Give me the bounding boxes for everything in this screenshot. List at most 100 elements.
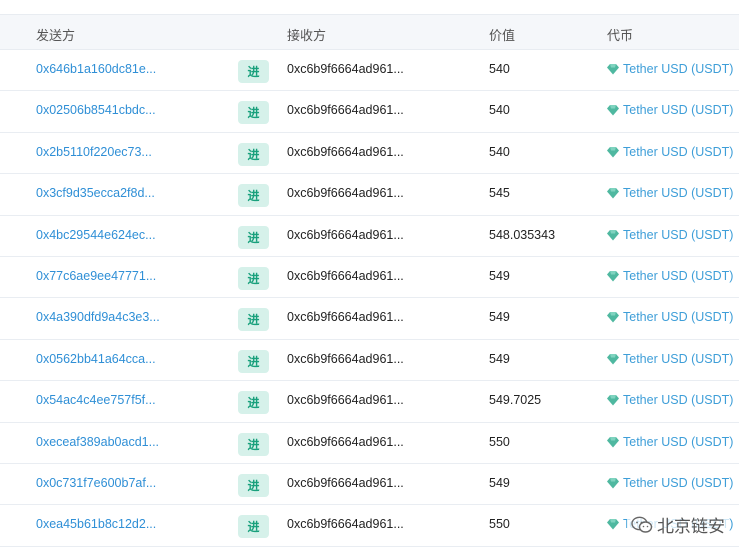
transfers-table: 发送方 接收方 价值 代币 0x646b1a160dc81e... 进 0xc6… [0,14,739,547]
tether-gem-icon [607,353,619,365]
to-address: 0xc6b9f6664ad961... [287,393,404,408]
table-row: 0x02506b8541cbdc... 进 0xc6b9f6664ad961..… [0,91,739,133]
transfer-value: 545 [489,186,510,201]
token-name: Tether USD (USDT) [623,227,734,242]
header-token: 代币 [607,28,634,43]
table-header: 发送方 接收方 价值 代币 [0,14,739,50]
token-name: Tether USD (USDT) [623,310,734,325]
token-link[interactable]: Tether USD (USDT) [607,269,733,283]
to-address: 0xc6b9f6664ad961... [287,351,404,366]
transfer-value: 549 [489,310,510,325]
direction-in-badge: 进 [238,101,269,125]
transfer-value: 540 [489,103,510,118]
token-name: Tether USD (USDT) [623,144,734,159]
from-address-link[interactable]: 0x2b5110f220ec73... [36,145,152,159]
transfer-value: 550 [489,517,510,532]
token-name: Tether USD (USDT) [623,103,734,118]
transfer-value: 540 [489,144,510,159]
token-name: Tether USD (USDT) [623,268,734,283]
from-address-link[interactable]: 0xea45b61b8c12d2... [36,517,156,531]
transfer-value: 550 [489,434,510,449]
token-link[interactable]: Tether USD (USDT) [607,103,733,117]
wechat-icon [631,516,653,533]
watermark-text: 北京链安 [657,517,725,536]
transfer-value: 549 [489,351,510,366]
tether-gem-icon [607,436,619,448]
header-from: 发送方 [36,28,76,43]
direction-in-badge: 进 [238,184,269,208]
token-link[interactable]: Tether USD (USDT) [607,393,733,407]
token-link[interactable]: Tether USD (USDT) [607,228,733,242]
from-address-link[interactable]: 0xeceaf389ab0acd1... [36,435,159,449]
token-link[interactable]: Tether USD (USDT) [607,476,733,490]
token-name: Tether USD (USDT) [623,62,734,76]
header-value: 价值 [489,28,516,43]
table-row: 0x0c731f7e600b7af... 进 0xc6b9f6664ad961.… [0,464,739,506]
token-link[interactable]: Tether USD (USDT) [607,186,733,200]
direction-in-badge: 进 [238,515,269,539]
table-row: 0x4bc29544e624ec... 进 0xc6b9f6664ad961..… [0,216,739,257]
to-address: 0xc6b9f6664ad961... [287,268,404,283]
tether-gem-icon [607,229,619,241]
direction-in-badge: 进 [238,349,269,373]
token-link[interactable]: Tether USD (USDT) [607,310,733,324]
token-link[interactable]: Tether USD (USDT) [607,145,733,159]
from-address-link[interactable]: 0x54ac4c4ee757f5f... [36,393,156,407]
transfer-value: 549 [489,475,510,490]
direction-in-badge: 进 [238,432,269,456]
tether-gem-icon [607,312,619,323]
token-name: Tether USD (USDT) [623,434,734,449]
to-address: 0xc6b9f6664ad961... [287,310,404,325]
transfer-value: 549 [489,268,510,283]
token-link[interactable]: Tether USD (USDT) [607,352,733,366]
to-address: 0xc6b9f6664ad961... [287,186,404,201]
to-address: 0xc6b9f6664ad961... [287,144,404,159]
direction-in-badge: 进 [238,473,269,497]
to-address: 0xc6b9f6664ad961... [287,434,404,449]
from-address-link[interactable]: 0x0c731f7e600b7af... [36,476,156,490]
tether-gem-icon [607,477,619,489]
tether-gem-icon [607,188,619,199]
from-address-link[interactable]: 0x4bc29544e624ec... [36,228,156,242]
direction-in-badge: 进 [238,60,269,83]
token-link[interactable]: Tether USD (USDT) [607,435,733,449]
from-address-link[interactable]: 0x4a390dfd9a4c3e3... [36,310,160,324]
table-row: 0x2b5110f220ec73... 进 0xc6b9f6664ad961..… [0,133,739,175]
table-row: 0xeceaf389ab0acd1... 进 0xc6b9f6664ad961.… [0,423,739,464]
table-row: 0x3cf9d35ecca2f8d... 进 0xc6b9f6664ad961.… [0,174,739,216]
tether-gem-icon [607,395,619,406]
direction-in-badge: 进 [238,225,269,249]
token-name: Tether USD (USDT) [623,475,734,490]
table-row: 0x646b1a160dc81e... 进 0xc6b9f6664ad961..… [0,50,739,92]
to-address: 0xc6b9f6664ad961... [287,227,404,242]
from-address-link[interactable]: 0x3cf9d35ecca2f8d... [36,186,155,200]
token-link[interactable]: Tether USD (USDT) [607,62,733,76]
tether-gem-icon [607,519,619,530]
from-address-link[interactable]: 0x0562bb41a64cca... [36,352,156,366]
table-row: 0x54ac4c4ee757f5f... 进 0xc6b9f6664ad961.… [0,381,739,423]
transfer-value: 549.7025 [489,393,542,408]
tether-gem-icon [607,64,619,75]
direction-in-badge: 进 [238,308,269,332]
tether-gem-icon [607,105,619,116]
direction-in-badge: 进 [238,266,269,290]
header-to: 接收方 [287,28,327,43]
from-address-link[interactable]: 0x02506b8541cbdc... [36,103,156,117]
to-address: 0xc6b9f6664ad961... [287,103,404,118]
table-body: 0x646b1a160dc81e... 进 0xc6b9f6664ad961..… [0,50,739,547]
from-address-link[interactable]: 0x646b1a160dc81e... [36,62,156,76]
table-row: 0x77c6ae9ee47771... 进 0xc6b9f6664ad961..… [0,257,739,299]
to-address: 0xc6b9f6664ad961... [287,475,404,490]
token-name: Tether USD (USDT) [623,186,734,201]
watermark: 北京链安 [627,510,729,539]
from-address-link[interactable]: 0x77c6ae9ee47771... [36,269,156,283]
to-address: 0xc6b9f6664ad961... [287,517,404,532]
token-name: Tether USD (USDT) [623,393,734,408]
table-row: 0x4a390dfd9a4c3e3... 进 0xc6b9f6664ad961.… [0,298,739,340]
direction-in-badge: 进 [238,391,269,415]
transfer-value: 548.035343 [489,227,556,242]
tether-gem-icon [607,146,619,158]
transfer-value: 540 [489,62,510,76]
tether-gem-icon [607,270,619,282]
to-address: 0xc6b9f6664ad961... [287,62,404,76]
